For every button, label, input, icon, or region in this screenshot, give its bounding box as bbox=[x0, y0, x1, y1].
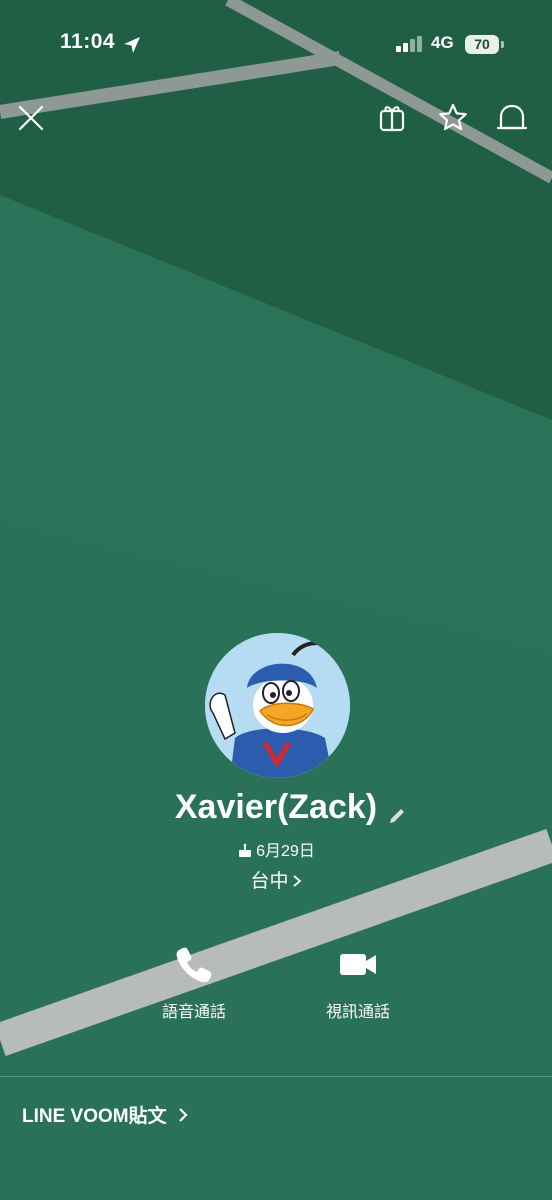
line-voom-posts-label: LINE VOOM貼文 bbox=[22, 1106, 167, 1127]
avatar-image bbox=[205, 633, 350, 778]
profile-background bbox=[0, 0, 552, 1200]
chevron-right-icon bbox=[178, 1108, 188, 1122]
battery-tip bbox=[501, 41, 504, 48]
profile-name: Xavier(Zack) bbox=[174, 788, 378, 826]
cake-icon bbox=[239, 843, 252, 857]
birthday-text: 6月29日 bbox=[256, 843, 315, 860]
birthday-row: 6月29日 bbox=[0, 837, 552, 861]
location-row[interactable]: 台中 bbox=[0, 866, 552, 893]
divider bbox=[0, 1076, 552, 1077]
network-type: 4G bbox=[431, 33, 454, 52]
profile-avatar[interactable] bbox=[205, 633, 350, 778]
video-camera-icon bbox=[340, 954, 376, 975]
status-bar: 11:04 4G 70 bbox=[0, 0, 552, 90]
bell-icon[interactable] bbox=[494, 100, 530, 136]
profile-name-row: Xavier(Zack) bbox=[0, 788, 552, 827]
location-text: 台中 bbox=[250, 871, 289, 892]
close-icon[interactable] bbox=[13, 100, 49, 136]
video-call-label: 視訊通話 bbox=[325, 1004, 390, 1021]
phone-icon bbox=[176, 947, 212, 983]
status-time: 11:04 bbox=[60, 30, 116, 53]
gift-icon[interactable] bbox=[374, 100, 410, 136]
star-icon[interactable] bbox=[435, 100, 471, 136]
voice-call-button[interactable]: 語音通話 bbox=[134, 944, 254, 1022]
location-arrow-icon bbox=[124, 37, 140, 53]
pencil-icon[interactable] bbox=[386, 805, 408, 827]
video-call-button[interactable]: 視訊通話 bbox=[298, 944, 418, 1022]
chevron-right-icon bbox=[292, 875, 301, 887]
voice-call-label: 語音通話 bbox=[161, 1004, 226, 1021]
signal-bars-icon bbox=[396, 36, 422, 52]
line-voom-posts-link[interactable]: LINE VOOM貼文 bbox=[22, 1101, 189, 1128]
battery-indicator: 70 bbox=[465, 35, 499, 54]
